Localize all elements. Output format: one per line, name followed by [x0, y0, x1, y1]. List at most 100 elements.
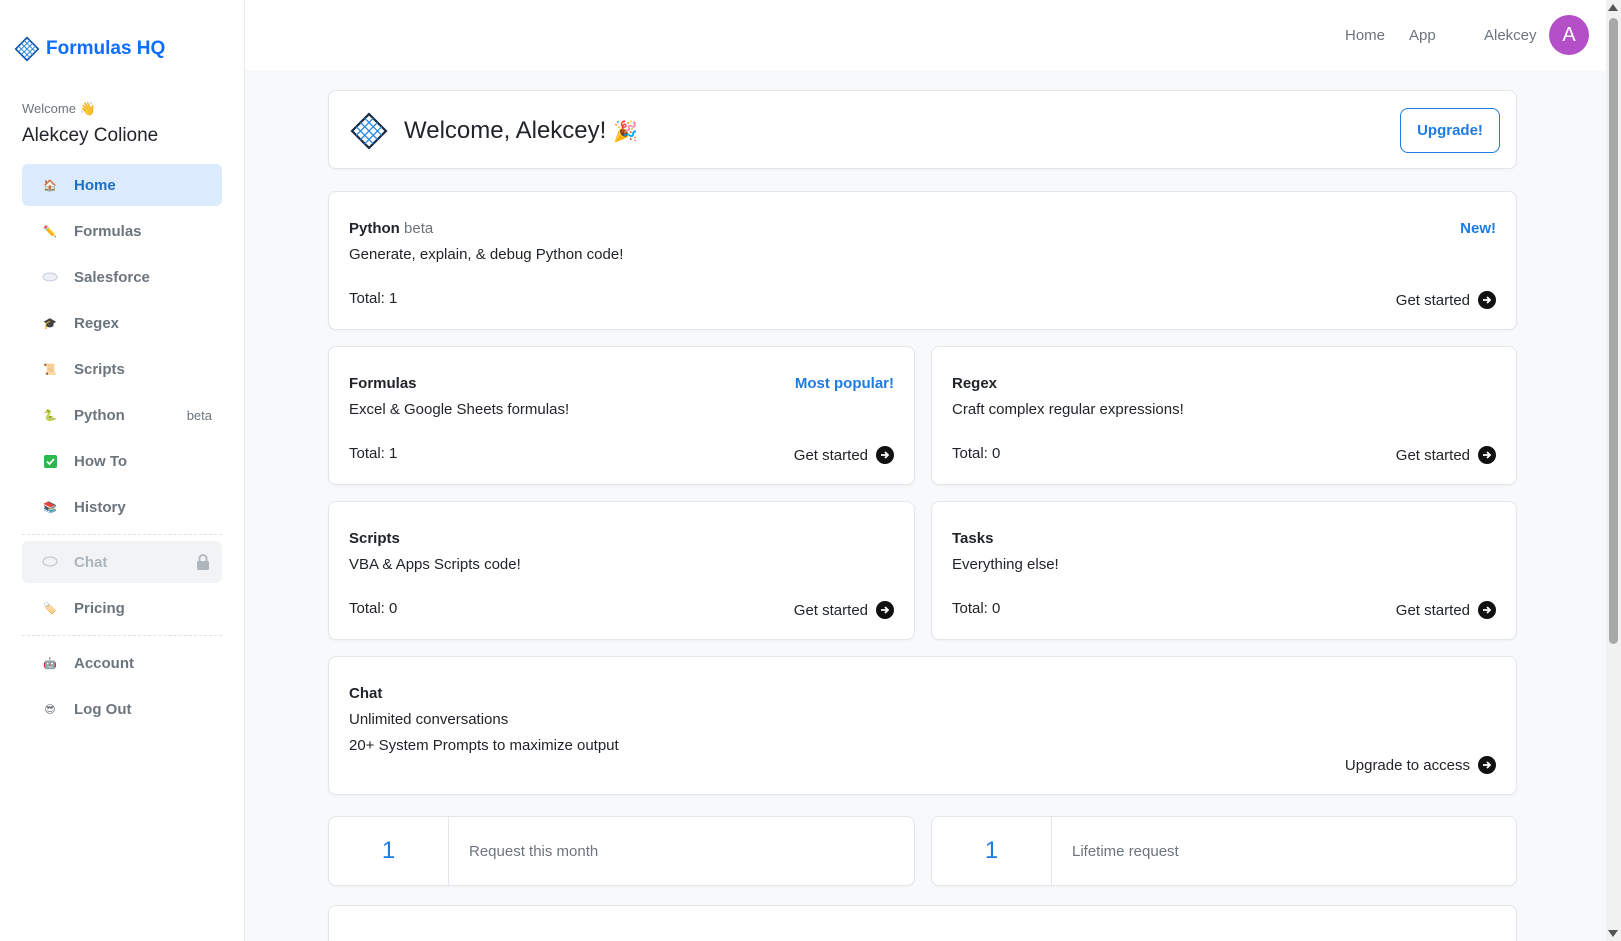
welcome-title-text: Welcome, Alekcey! — [404, 117, 607, 144]
sidebar-item-label: Account — [74, 654, 134, 672]
snake-icon: 🐍 — [43, 409, 57, 422]
sunglasses-face-icon: 😎 — [44, 703, 56, 716]
sidebar-nav: 🏠 Home ✏️ Formulas Salesforce 🎓 Regex 📜 … — [22, 164, 222, 734]
sidebar-item-label: Salesforce — [74, 268, 150, 286]
sidebar-item-formulas[interactable]: ✏️ Formulas — [22, 210, 222, 252]
chat-card: Chat Unlimited conversations 20+ System … — [328, 656, 1517, 795]
scripts-card: Scripts VBA & Apps Scripts code! Total: … — [328, 501, 915, 640]
speech-bubble-icon — [42, 554, 58, 570]
sidebar-item-howto[interactable]: How To — [22, 440, 222, 482]
welcome-card: Welcome, Alekcey! 🎉 Upgrade! — [328, 90, 1517, 169]
most-popular-badge: Most popular! — [794, 375, 894, 392]
sidebar-item-label: Regex — [74, 314, 120, 332]
sidebar-item-label: History — [74, 498, 126, 516]
scroll-down-arrow-icon[interactable] — [1608, 930, 1618, 937]
regex-card: Regex Craft complex regular expressions!… — [931, 346, 1517, 485]
user-name: Alekcey Colione — [22, 125, 159, 146]
upgrade-button[interactable]: Upgrade! — [1400, 108, 1500, 153]
avatar[interactable]: A — [1549, 15, 1589, 55]
sidebar-item-label: Chat — [74, 553, 108, 571]
stat-value: 1 — [329, 817, 449, 885]
card-description: Excel & Google Sheets formulas! — [349, 401, 570, 418]
top-link-app[interactable]: App — [1409, 27, 1436, 44]
cta-label: Get started — [793, 601, 868, 619]
scroll-up-arrow-icon[interactable] — [1608, 4, 1618, 11]
books-icon: 📚 — [43, 501, 57, 514]
pencil-icon: ✏️ — [43, 225, 57, 238]
arrow-right-circle-icon — [1478, 446, 1496, 464]
card-description: VBA & Apps Scripts code! — [349, 556, 521, 573]
bottom-card — [328, 905, 1517, 941]
house-icon: 🏠 — [43, 179, 57, 192]
sidebar-item-home[interactable]: 🏠 Home — [22, 164, 222, 206]
get-started-link[interactable]: Get started — [1396, 291, 1496, 309]
card-description: Everything else! — [952, 556, 1059, 573]
python-card: Python beta New! Generate, explain, & de… — [328, 191, 1517, 330]
get-started-link[interactable]: Get started — [1396, 601, 1496, 619]
beta-badge: beta — [186, 407, 212, 423]
top-user-name[interactable]: Alekcey — [1484, 27, 1537, 44]
new-badge: New! — [1460, 220, 1496, 237]
cta-label: Get started — [1395, 446, 1470, 464]
stat-label: Request this month — [469, 843, 599, 860]
card-total: Total: 0 — [349, 600, 398, 617]
divider — [22, 635, 222, 636]
top-link-home[interactable]: Home — [1345, 27, 1385, 44]
lock-icon — [196, 554, 210, 574]
cta-label: Get started — [793, 446, 868, 464]
scroll-icon: 📜 — [43, 363, 57, 376]
upgrade-to-access-link[interactable]: Upgrade to access — [1345, 756, 1496, 774]
card-title: Regex — [952, 375, 998, 392]
cta-label: Get started — [1395, 291, 1470, 309]
sidebar-item-label: Scripts — [74, 360, 125, 378]
brand-link[interactable]: Formulas HQ — [14, 36, 165, 62]
sidebar-item-logout[interactable]: 😎 Log Out — [22, 688, 222, 730]
sidebar-item-regex[interactable]: 🎓 Regex — [22, 302, 222, 344]
card-description: Craft complex regular expressions! — [952, 401, 1184, 418]
card-total: Total: 1 — [349, 445, 398, 462]
arrow-right-circle-icon — [1478, 601, 1496, 619]
cta-label: Upgrade to access — [1344, 756, 1470, 774]
sidebar-item-scripts[interactable]: 📜 Scripts — [22, 348, 222, 390]
arrow-right-circle-icon — [1478, 756, 1496, 774]
card-description: Generate, explain, & debug Python code! — [349, 246, 624, 263]
tasks-card: Tasks Everything else! Total: 0 Get star… — [931, 501, 1517, 640]
card-description: Unlimited conversations — [349, 711, 509, 728]
brand-name: Formulas HQ — [46, 38, 166, 59]
sidebar-item-label: Python — [74, 406, 125, 424]
sidebar-item-label: Formulas — [74, 222, 142, 240]
card-total: Total: 0 — [952, 600, 1001, 617]
grad-cap-icon: 🎓 — [43, 317, 57, 330]
sidebar-item-chat[interactable]: Chat — [22, 541, 222, 583]
sidebar-item-history[interactable]: 📚 History — [22, 486, 222, 528]
card-title: Chat — [349, 685, 383, 702]
arrow-right-circle-icon — [876, 446, 894, 464]
card-title: Scripts — [349, 530, 400, 547]
sidebar: Formulas HQ Welcome 👋 Alekcey Colione 🏠 … — [0, 0, 245, 941]
card-description-secondary: 20+ System Prompts to maximize output — [349, 737, 619, 754]
cta-label: Get started — [1395, 601, 1470, 619]
sidebar-item-label: Home — [74, 176, 116, 194]
cloud-icon — [42, 269, 58, 285]
welcome-label: Welcome 👋 — [22, 101, 96, 116]
sidebar-item-python[interactable]: 🐍 Python beta — [22, 394, 222, 436]
card-title: Python beta — [349, 220, 433, 237]
sidebar-item-salesforce[interactable]: Salesforce — [22, 256, 222, 298]
get-started-link[interactable]: Get started — [794, 601, 894, 619]
sidebar-item-account[interactable]: 🤖 Account — [22, 642, 222, 684]
stat-value: 1 — [932, 817, 1052, 885]
card-title: Tasks — [952, 530, 994, 547]
sidebar-item-label: How To — [74, 452, 128, 470]
card-total: Total: 1 — [349, 290, 398, 307]
get-started-link[interactable]: Get started — [1396, 446, 1496, 464]
divider — [22, 534, 222, 535]
page-title: Welcome, Alekcey! 🎉 — [404, 117, 638, 145]
beta-tag: beta — [404, 220, 434, 237]
sidebar-item-pricing[interactable]: 🏷️ Pricing — [22, 587, 222, 629]
scrollbar-thumb[interactable] — [1609, 18, 1618, 644]
card-title: Formulas — [349, 375, 417, 392]
formulas-card: Formulas Most popular! Excel & Google Sh… — [328, 346, 915, 485]
get-started-link[interactable]: Get started — [794, 446, 894, 464]
stat-card-lifetime: 1 Lifetime request — [931, 816, 1517, 886]
sidebar-item-label: Pricing — [74, 599, 125, 617]
